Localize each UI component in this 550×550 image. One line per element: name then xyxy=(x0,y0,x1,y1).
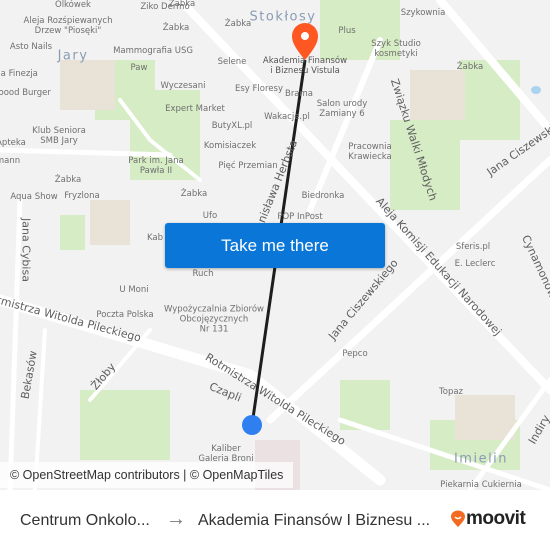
destination-label: Akademia Finansów i Biznesu Vistula xyxy=(262,56,348,76)
poi-label: Żabka xyxy=(180,189,208,200)
sand-area xyxy=(410,70,465,120)
poi-label: Park im. Jana Pawła II xyxy=(128,156,184,176)
poi-label: mann xyxy=(0,156,21,167)
destination-name: Akademia Finansów I Biznesu ... xyxy=(198,512,431,529)
park-area xyxy=(80,390,170,460)
poi-label: Paw xyxy=(130,63,148,74)
poi-label: Wakacje.pl xyxy=(264,112,310,123)
poi-label: Ufo xyxy=(202,211,218,222)
poi-label: Soood Burger xyxy=(0,88,51,99)
poi-label: Klub Seniora SMB Jary xyxy=(32,126,86,146)
poi-label: Ruch xyxy=(192,269,214,280)
poi-label: Pięć Przemian xyxy=(218,161,278,172)
poi-label: Żabka xyxy=(54,175,82,186)
poi-label: Żabka xyxy=(162,23,190,34)
poi-label: Fryzlona xyxy=(64,191,100,202)
poi-label: Salon urody Zamiany 6 xyxy=(316,99,368,119)
map-attribution[interactable]: © OpenStreetMap contributors | © OpenMap… xyxy=(0,462,294,488)
poi-label: Esy Floresy xyxy=(235,84,283,95)
poi-label: E. Leclerc xyxy=(454,259,496,270)
poi-label: Żabka xyxy=(456,62,484,73)
poi-label: Aqua Show xyxy=(10,192,58,203)
origin-marker[interactable] xyxy=(242,415,262,435)
poi-label: Pepco xyxy=(342,349,368,360)
poi-label: Selene xyxy=(217,57,247,68)
poi-label: Żabka xyxy=(224,19,252,30)
sand-area xyxy=(455,395,515,440)
poi-label: Szyk Studio kosmetyki xyxy=(371,39,421,59)
moovit-logo[interactable]: moovit xyxy=(450,508,526,530)
poi-label: Poczta Polska xyxy=(96,310,154,321)
poi-label: Brama xyxy=(284,89,314,100)
street-label: Jana Cybisa xyxy=(19,218,33,282)
poi-label: Plus xyxy=(338,26,356,37)
district-label: Stokłosy xyxy=(249,9,317,25)
poi-label: Sferis.pl xyxy=(455,242,491,253)
poi-label: Piekarnia Cukiernia xyxy=(440,480,522,490)
poi-label: U Moni xyxy=(119,285,149,296)
park-area xyxy=(60,215,85,250)
footer: Centrum Onkolo... → Akademia Finansów I … xyxy=(0,490,550,550)
sand-area xyxy=(90,200,130,245)
district-label: Jary xyxy=(57,48,89,64)
arrow-right-icon: → xyxy=(166,508,186,530)
poi-label: Wyczesani xyxy=(160,81,206,92)
brand-name: moovit xyxy=(466,508,526,529)
destination-pin-icon[interactable] xyxy=(292,23,318,60)
poi-label: Aleja Rozśpiewanych Drzew "Piosęki" xyxy=(23,16,113,36)
poi-label: Szykownia xyxy=(400,8,446,19)
poi-label: Wypożyczalnia Zbiorów Obcojęzycznych Nr … xyxy=(164,304,264,334)
poi-label: Ja Finezja xyxy=(0,69,38,80)
poi-label: Kab xyxy=(146,233,164,244)
poi-label: Apteka xyxy=(0,138,26,149)
poi-label: POP InPost xyxy=(277,212,323,223)
moovit-pin-icon xyxy=(451,510,465,527)
poi-label: Biedronka xyxy=(301,191,345,202)
poi-label: Expert Market xyxy=(165,104,225,115)
poi-label: Mammografia USG xyxy=(113,46,193,57)
poi-label: Topaz xyxy=(438,387,464,398)
origin-name: Centrum Onkolo... xyxy=(20,512,150,529)
district-label: Imielin xyxy=(453,451,509,467)
take-me-there-button[interactable]: Take me there xyxy=(165,223,385,268)
poi-label: Asto Nails xyxy=(9,42,53,53)
map[interactable]: Jary Stokłosy Imielin Stanisława Herbsta… xyxy=(0,0,550,490)
poi-label: Pracownia Krawiecka xyxy=(348,142,392,162)
poi-label: Komisiaczek xyxy=(203,141,257,152)
poi-label: Olkówek xyxy=(55,0,91,11)
poi-label: Żabka xyxy=(168,0,196,10)
pond xyxy=(531,86,541,94)
poi-label: ButyXL.pl xyxy=(211,121,253,132)
sand-area xyxy=(60,60,115,110)
